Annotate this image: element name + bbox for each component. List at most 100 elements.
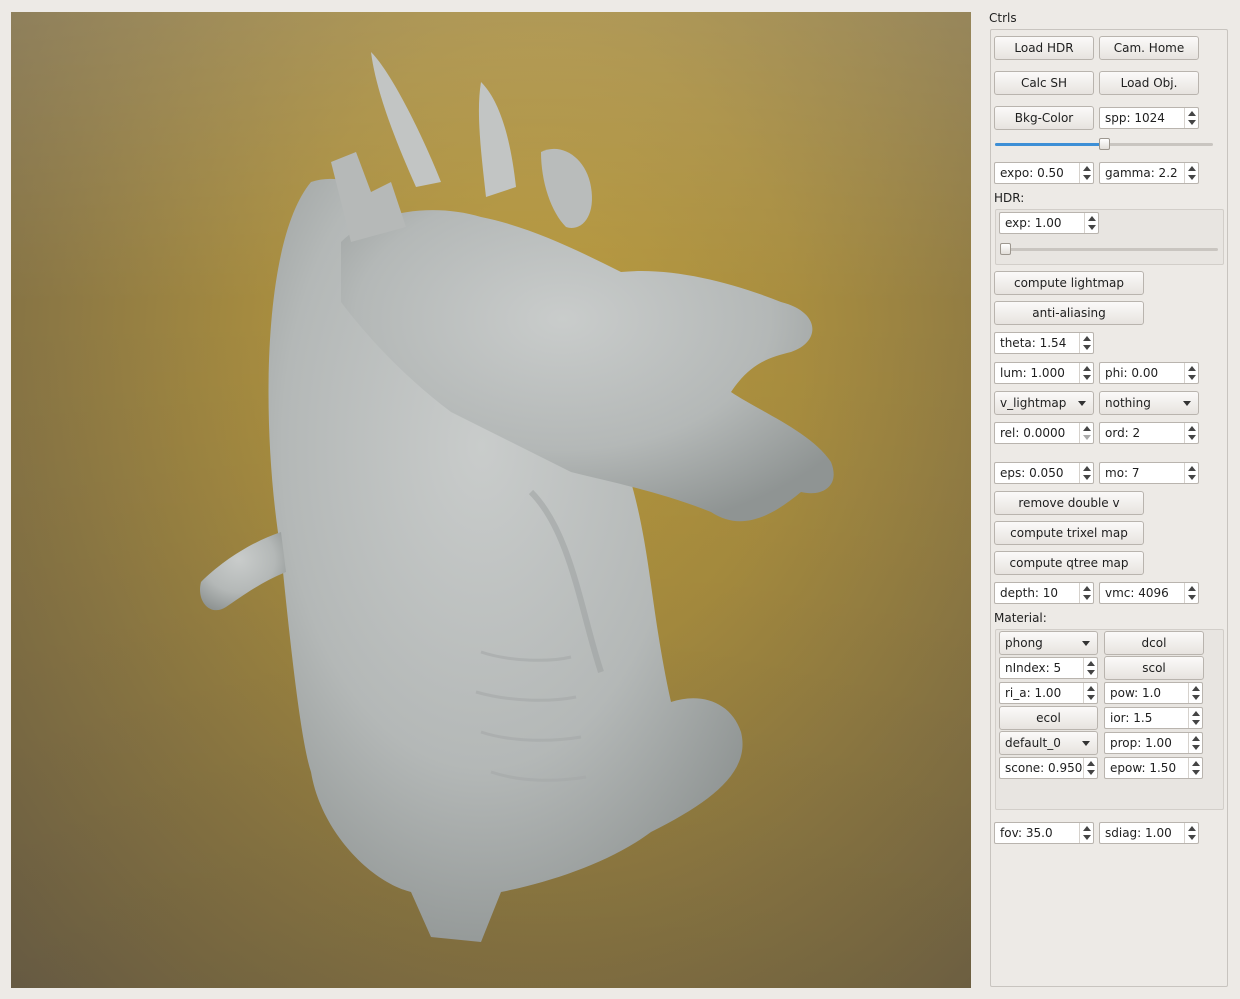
arrow-up-icon[interactable] — [1188, 166, 1196, 171]
vmc-spinbox[interactable]: vmc: 4096 — [1099, 582, 1199, 604]
arrow-down-icon[interactable] — [1083, 595, 1091, 600]
nindex-spinbox[interactable]: nIndex: 5 — [999, 657, 1098, 679]
arrow-up-icon[interactable] — [1083, 336, 1091, 341]
arrow-up-icon[interactable] — [1188, 111, 1196, 116]
gamma-stepper[interactable] — [1184, 163, 1198, 183]
arrow-up-icon[interactable] — [1188, 426, 1196, 431]
vmc-stepper[interactable] — [1184, 583, 1198, 603]
nindex-stepper[interactable] — [1083, 658, 1097, 678]
expo-stepper[interactable] — [1079, 163, 1093, 183]
arrow-up-icon[interactable] — [1188, 366, 1196, 371]
theta-stepper[interactable] — [1079, 333, 1093, 353]
overlay-mode-select[interactable]: nothing — [1099, 391, 1199, 415]
arrow-down-icon[interactable] — [1192, 695, 1200, 700]
arrow-up-icon[interactable] — [1192, 761, 1200, 766]
depth-stepper[interactable] — [1079, 583, 1093, 603]
ecol-button[interactable]: ecol — [999, 706, 1098, 730]
arrow-up-icon[interactable] — [1083, 426, 1091, 431]
ior-stepper[interactable] — [1188, 708, 1202, 728]
fov-spinbox[interactable]: fov: 35.0 — [994, 822, 1094, 844]
hdr-exp-spinbox[interactable]: exp: 1.00 — [999, 212, 1099, 234]
rel-stepper[interactable] — [1079, 423, 1093, 443]
fov-stepper[interactable] — [1079, 823, 1093, 843]
slider-handle[interactable] — [1099, 138, 1110, 150]
calc-sh-button[interactable]: Calc SH — [994, 71, 1094, 95]
map-mode-select[interactable]: v_lightmap — [994, 391, 1094, 415]
slider-handle[interactable] — [1000, 243, 1011, 255]
ord-spinbox[interactable]: ord: 2 — [1099, 422, 1199, 444]
spp-spinbox[interactable]: spp: 1024 — [1099, 107, 1199, 129]
theta-spinbox[interactable]: theta: 1.54 — [994, 332, 1094, 354]
arrow-down-icon[interactable] — [1188, 175, 1196, 180]
arrow-up-icon[interactable] — [1192, 711, 1200, 716]
arrow-down-icon[interactable] — [1088, 225, 1096, 230]
arrow-up-icon[interactable] — [1083, 586, 1091, 591]
lum-spinbox[interactable]: lum: 1.000 — [994, 362, 1094, 384]
pow-stepper[interactable] — [1188, 683, 1202, 703]
compute-qtree-map-button[interactable]: compute qtree map — [994, 551, 1144, 575]
arrow-down-icon[interactable] — [1083, 835, 1091, 840]
arrow-up-icon[interactable] — [1083, 826, 1091, 831]
mo-spinbox[interactable]: mo: 7 — [1099, 462, 1199, 484]
hdr-slider[interactable] — [1000, 243, 1218, 257]
arrow-down-icon[interactable] — [1083, 435, 1091, 440]
epow-stepper[interactable] — [1188, 758, 1202, 778]
render-viewport[interactable] — [11, 12, 971, 988]
ord-stepper[interactable] — [1184, 423, 1198, 443]
bkg-color-button[interactable]: Bkg-Color — [994, 106, 1094, 130]
load-obj-button[interactable]: Load Obj. — [1099, 71, 1199, 95]
gamma-spinbox[interactable]: gamma: 2.2 — [1099, 162, 1199, 184]
hdr-exp-stepper[interactable] — [1084, 213, 1098, 233]
prop-stepper[interactable] — [1188, 733, 1202, 753]
sdiag-spinbox[interactable]: sdiag: 1.00 — [1099, 822, 1199, 844]
arrow-up-icon[interactable] — [1087, 686, 1095, 691]
compute-lightmap-button[interactable]: compute lightmap — [994, 271, 1144, 295]
arrow-down-icon[interactable] — [1087, 695, 1095, 700]
arrow-down-icon[interactable] — [1083, 475, 1091, 480]
shader-select[interactable]: phong — [999, 631, 1098, 655]
prop-spinbox[interactable]: prop: 1.00 — [1104, 732, 1203, 754]
arrow-up-icon[interactable] — [1192, 736, 1200, 741]
dcol-button[interactable]: dcol — [1104, 631, 1204, 655]
anti-aliasing-button[interactable]: anti-aliasing — [994, 301, 1144, 325]
arrow-up-icon[interactable] — [1083, 466, 1091, 471]
arrow-up-icon[interactable] — [1192, 686, 1200, 691]
arrow-down-icon[interactable] — [1192, 720, 1200, 725]
sdiag-stepper[interactable] — [1184, 823, 1198, 843]
arrow-down-icon[interactable] — [1083, 345, 1091, 350]
arrow-down-icon[interactable] — [1083, 375, 1091, 380]
arrow-up-icon[interactable] — [1188, 586, 1196, 591]
arrow-up-icon[interactable] — [1083, 366, 1091, 371]
eps-stepper[interactable] — [1079, 463, 1093, 483]
phi-spinbox[interactable]: phi: 0.00 — [1099, 362, 1199, 384]
arrow-down-icon[interactable] — [1188, 120, 1196, 125]
material-name-select[interactable]: default_0 — [999, 731, 1098, 755]
ri-a-stepper[interactable] — [1083, 683, 1097, 703]
phi-stepper[interactable] — [1184, 363, 1198, 383]
arrow-down-icon[interactable] — [1192, 770, 1200, 775]
pow-spinbox[interactable]: pow: 1.0 — [1104, 682, 1203, 704]
arrow-up-icon[interactable] — [1087, 661, 1095, 666]
depth-spinbox[interactable]: depth: 10 — [994, 582, 1094, 604]
spp-slider[interactable] — [995, 138, 1213, 152]
rel-spinbox[interactable]: rel: 0.0000 — [994, 422, 1094, 444]
arrow-down-icon[interactable] — [1087, 670, 1095, 675]
arrow-down-icon[interactable] — [1188, 595, 1196, 600]
arrow-up-icon[interactable] — [1088, 216, 1096, 221]
ior-spinbox[interactable]: ior: 1.5 — [1104, 707, 1203, 729]
spp-stepper[interactable] — [1184, 108, 1198, 128]
arrow-down-icon[interactable] — [1188, 375, 1196, 380]
mo-stepper[interactable] — [1184, 463, 1198, 483]
lum-stepper[interactable] — [1079, 363, 1093, 383]
load-hdr-button[interactable]: Load HDR — [994, 36, 1094, 60]
scone-spinbox[interactable]: scone: 0.950 — [999, 757, 1098, 779]
compute-trixel-map-button[interactable]: compute trixel map — [994, 521, 1144, 545]
arrow-down-icon[interactable] — [1188, 835, 1196, 840]
arrow-down-icon[interactable] — [1188, 475, 1196, 480]
scone-stepper[interactable] — [1083, 758, 1097, 778]
arrow-down-icon[interactable] — [1188, 435, 1196, 440]
arrow-down-icon[interactable] — [1083, 175, 1091, 180]
cam-home-button[interactable]: Cam. Home — [1099, 36, 1199, 60]
arrow-up-icon[interactable] — [1087, 761, 1095, 766]
scol-button[interactable]: scol — [1104, 656, 1204, 680]
